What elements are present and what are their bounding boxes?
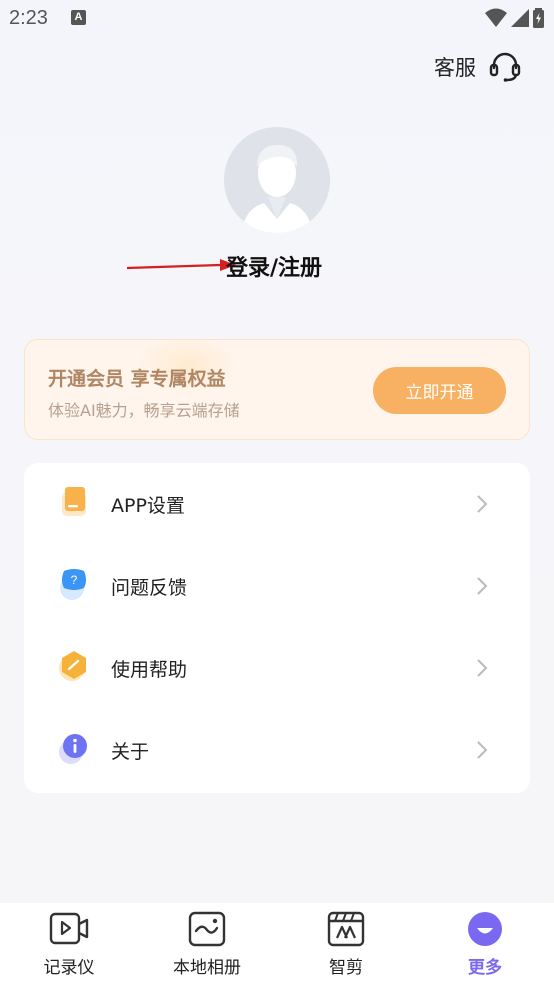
bottom-nav: 记录仪 本地相册 智剪 更多 xyxy=(0,903,554,984)
customer-service-button[interactable]: 客服 xyxy=(434,50,522,84)
login-register-link[interactable]: 登录/注册 xyxy=(226,250,322,282)
video-recorder-icon xyxy=(49,912,89,945)
chevron-right-icon xyxy=(477,577,488,595)
tab-more[interactable]: 更多 xyxy=(430,911,540,978)
tab-label: 智剪 xyxy=(329,958,363,978)
battery-icon xyxy=(533,8,544,28)
customer-service-label: 客服 xyxy=(434,56,476,80)
tab-local-album[interactable]: 本地相册 xyxy=(152,911,262,978)
settings-icon xyxy=(62,487,86,516)
notification-icon: A xyxy=(71,10,86,25)
menu-item-feedback[interactable]: ? 问题反馈 xyxy=(24,545,530,627)
tab-smart-edit[interactable]: 智剪 xyxy=(291,911,401,978)
clapperboard-icon xyxy=(327,911,365,947)
menu-card: APP设置 ? 问题反馈 使用帮助 关于 xyxy=(24,463,530,793)
svg-text:?: ? xyxy=(71,573,78,587)
album-icon xyxy=(188,911,226,947)
status-icons xyxy=(485,8,544,28)
help-icon xyxy=(59,651,86,681)
menu-item-label: 关于 xyxy=(111,740,150,763)
more-smile-icon xyxy=(468,912,502,946)
vip-title: 开通会员 享专属权益 xyxy=(48,368,226,390)
menu-item-label: 使用帮助 xyxy=(111,658,188,681)
vip-card[interactable]: 开通会员 享专属权益 体验AI魅力，畅享云端存储 立即开通 xyxy=(24,339,530,440)
signal-icon xyxy=(511,9,529,27)
feedback-icon: ? xyxy=(60,569,86,600)
menu-item-app-settings[interactable]: APP设置 xyxy=(24,463,530,545)
chevron-right-icon xyxy=(477,495,488,513)
headset-icon xyxy=(489,52,521,82)
menu-item-label: APP设置 xyxy=(111,494,185,517)
tab-label: 记录仪 xyxy=(43,958,95,978)
vip-activate-button[interactable]: 立即开通 xyxy=(373,367,506,414)
vip-subtitle: 体验AI魅力，畅享云端存储 xyxy=(48,401,240,420)
status-bar: 2:23 A xyxy=(0,0,554,36)
status-time: 2:23 xyxy=(9,7,48,29)
chevron-right-icon xyxy=(477,659,488,677)
avatar[interactable] xyxy=(224,127,330,233)
tab-label: 本地相册 xyxy=(173,958,241,978)
menu-item-about[interactable]: 关于 xyxy=(24,709,530,791)
menu-item-help[interactable]: 使用帮助 xyxy=(24,627,530,709)
info-icon xyxy=(59,734,87,764)
wifi-icon xyxy=(485,8,507,27)
default-avatar-icon xyxy=(242,145,312,233)
arrow-annotation-icon xyxy=(126,259,236,271)
chevron-right-icon xyxy=(477,741,488,759)
tab-label: 更多 xyxy=(468,958,502,978)
menu-item-label: 问题反馈 xyxy=(111,576,188,599)
tab-recorder[interactable]: 记录仪 xyxy=(14,911,124,978)
